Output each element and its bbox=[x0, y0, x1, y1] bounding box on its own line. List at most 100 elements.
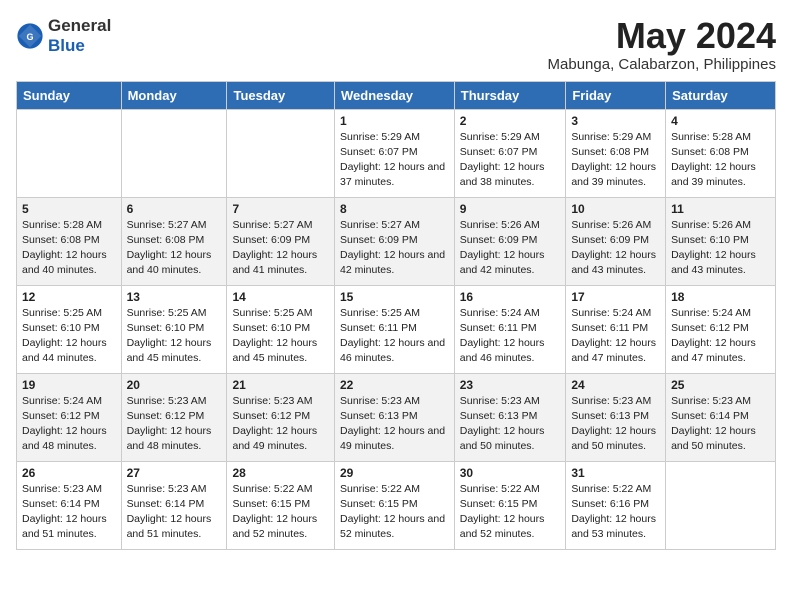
day-number: 18 bbox=[671, 290, 770, 304]
cell-info: Sunrise: 5:26 AM Sunset: 6:09 PM Dayligh… bbox=[571, 218, 660, 279]
day-number: 30 bbox=[460, 466, 561, 480]
cell-info: Sunrise: 5:29 AM Sunset: 6:08 PM Dayligh… bbox=[571, 130, 660, 191]
calendar-cell: 26Sunrise: 5:23 AM Sunset: 6:14 PM Dayli… bbox=[17, 461, 122, 549]
svg-text:G: G bbox=[26, 32, 33, 42]
calendar-cell: 3 Sunrise: 5:29 AM Sunset: 6:08 PM Daylig… bbox=[566, 109, 666, 197]
week-row-1: 1 Sunrise: 5:29 AM Sunset: 6:07 PM Daylig… bbox=[17, 109, 776, 197]
day-number: 10 bbox=[571, 202, 660, 216]
calendar-cell: 9 Sunrise: 5:26 AM Sunset: 6:09 PM Daylig… bbox=[454, 197, 566, 285]
calendar-cell: 14 Sunrise: 5:25 AM Sunset: 6:10 PM Dayli… bbox=[227, 285, 335, 373]
day-number: 1 bbox=[340, 114, 449, 128]
cell-info: Sunrise: 5:27 AM Sunset: 6:09 PM Dayligh… bbox=[340, 218, 449, 279]
day-number: 15 bbox=[340, 290, 449, 304]
cell-info: Sunrise: 5:25 AM Sunset: 6:10 PM Dayligh… bbox=[22, 306, 116, 367]
logo-blue: Blue bbox=[48, 36, 85, 55]
day-number: 31 bbox=[571, 466, 660, 480]
day-number: 23 bbox=[460, 378, 561, 392]
day-number: 20 bbox=[127, 378, 222, 392]
day-number: 21 bbox=[232, 378, 329, 392]
calendar-cell: 28Sunrise: 5:22 AM Sunset: 6:15 PM Dayli… bbox=[227, 461, 335, 549]
logo: G General Blue bbox=[16, 16, 111, 56]
calendar-cell: 21 Sunrise: 5:23 AM Sunset: 6:12 PM Dayli… bbox=[227, 373, 335, 461]
month-title: May 2024 bbox=[548, 16, 776, 56]
day-number: 2 bbox=[460, 114, 561, 128]
cell-info: Sunrise: 5:27 AM Sunset: 6:09 PM Dayligh… bbox=[232, 218, 329, 279]
logo-icon: G bbox=[16, 22, 44, 50]
calendar-cell: 11Sunrise: 5:26 AM Sunset: 6:10 PM Dayli… bbox=[666, 197, 776, 285]
cell-info: Sunrise: 5:24 AM Sunset: 6:11 PM Dayligh… bbox=[460, 306, 561, 367]
calendar-cell: 10 Sunrise: 5:26 AM Sunset: 6:09 PM Dayli… bbox=[566, 197, 666, 285]
week-row-3: 12Sunrise: 5:25 AM Sunset: 6:10 PM Dayli… bbox=[17, 285, 776, 373]
day-number: 17 bbox=[571, 290, 660, 304]
day-number: 3 bbox=[571, 114, 660, 128]
cell-info: Sunrise: 5:22 AM Sunset: 6:15 PM Dayligh… bbox=[460, 482, 561, 543]
cell-info: Sunrise: 5:23 AM Sunset: 6:13 PM Dayligh… bbox=[571, 394, 660, 455]
day-number: 5 bbox=[22, 202, 116, 216]
calendar-cell bbox=[227, 109, 335, 197]
calendar-table: SundayMondayTuesdayWednesdayThursdayFrid… bbox=[16, 81, 776, 550]
cell-info: Sunrise: 5:25 AM Sunset: 6:10 PM Dayligh… bbox=[127, 306, 222, 367]
calendar-cell: 12Sunrise: 5:25 AM Sunset: 6:10 PM Dayli… bbox=[17, 285, 122, 373]
calendar-cell: 8Sunrise: 5:27 AM Sunset: 6:09 PM Daylig… bbox=[334, 197, 454, 285]
day-number: 4 bbox=[671, 114, 770, 128]
calendar-cell: 29 Sunrise: 5:22 AM Sunset: 6:15 PM Dayli… bbox=[334, 461, 454, 549]
cell-info: Sunrise: 5:27 AM Sunset: 6:08 PM Dayligh… bbox=[127, 218, 222, 279]
cell-info: Sunrise: 5:22 AM Sunset: 6:15 PM Dayligh… bbox=[232, 482, 329, 543]
cell-info: Sunrise: 5:29 AM Sunset: 6:07 PM Dayligh… bbox=[460, 130, 561, 191]
week-row-5: 26Sunrise: 5:23 AM Sunset: 6:14 PM Dayli… bbox=[17, 461, 776, 549]
calendar-cell: 15 Sunrise: 5:25 AM Sunset: 6:11 PM Dayli… bbox=[334, 285, 454, 373]
col-header-wednesday: Wednesday bbox=[334, 81, 454, 109]
day-number: 25 bbox=[671, 378, 770, 392]
col-header-monday: Monday bbox=[121, 81, 227, 109]
calendar-header-row: SundayMondayTuesdayWednesdayThursdayFrid… bbox=[17, 81, 776, 109]
cell-info: Sunrise: 5:24 AM Sunset: 6:12 PM Dayligh… bbox=[22, 394, 116, 455]
day-number: 6 bbox=[127, 202, 222, 216]
col-header-friday: Friday bbox=[566, 81, 666, 109]
calendar-cell: 18Sunrise: 5:24 AM Sunset: 6:12 PM Dayli… bbox=[666, 285, 776, 373]
day-number: 19 bbox=[22, 378, 116, 392]
cell-info: Sunrise: 5:23 AM Sunset: 6:14 PM Dayligh… bbox=[127, 482, 222, 543]
calendar-cell: 20 Sunrise: 5:23 AM Sunset: 6:12 PM Dayli… bbox=[121, 373, 227, 461]
page-header: G General Blue May 2024 Mabunga, Calabar… bbox=[16, 16, 776, 73]
cell-info: Sunrise: 5:26 AM Sunset: 6:09 PM Dayligh… bbox=[460, 218, 561, 279]
cell-info: Sunrise: 5:25 AM Sunset: 6:11 PM Dayligh… bbox=[340, 306, 449, 367]
day-number: 16 bbox=[460, 290, 561, 304]
calendar-cell: 23 Sunrise: 5:23 AM Sunset: 6:13 PM Dayli… bbox=[454, 373, 566, 461]
cell-info: Sunrise: 5:23 AM Sunset: 6:12 PM Dayligh… bbox=[127, 394, 222, 455]
cell-info: Sunrise: 5:23 AM Sunset: 6:13 PM Dayligh… bbox=[460, 394, 561, 455]
cell-info: Sunrise: 5:22 AM Sunset: 6:15 PM Dayligh… bbox=[340, 482, 449, 543]
calendar-cell: 17 Sunrise: 5:24 AM Sunset: 6:11 PM Dayli… bbox=[566, 285, 666, 373]
cell-info: Sunrise: 5:24 AM Sunset: 6:11 PM Dayligh… bbox=[571, 306, 660, 367]
location-title: Mabunga, Calabarzon, Philippines bbox=[548, 56, 776, 73]
col-header-saturday: Saturday bbox=[666, 81, 776, 109]
day-number: 24 bbox=[571, 378, 660, 392]
cell-info: Sunrise: 5:28 AM Sunset: 6:08 PM Dayligh… bbox=[22, 218, 116, 279]
calendar-cell: 31 Sunrise: 5:22 AM Sunset: 6:16 PM Dayli… bbox=[566, 461, 666, 549]
day-number: 9 bbox=[460, 202, 561, 216]
day-number: 22 bbox=[340, 378, 449, 392]
cell-info: Sunrise: 5:29 AM Sunset: 6:07 PM Dayligh… bbox=[340, 130, 449, 191]
calendar-cell bbox=[666, 461, 776, 549]
calendar-cell: 1 Sunrise: 5:29 AM Sunset: 6:07 PM Daylig… bbox=[334, 109, 454, 197]
calendar-cell: 30 Sunrise: 5:22 AM Sunset: 6:15 PM Dayli… bbox=[454, 461, 566, 549]
calendar-cell: 5 Sunrise: 5:28 AM Sunset: 6:08 PM Daylig… bbox=[17, 197, 122, 285]
calendar-cell: 19 Sunrise: 5:24 AM Sunset: 6:12 PM Dayli… bbox=[17, 373, 122, 461]
day-number: 14 bbox=[232, 290, 329, 304]
cell-info: Sunrise: 5:23 AM Sunset: 6:12 PM Dayligh… bbox=[232, 394, 329, 455]
cell-info: Sunrise: 5:26 AM Sunset: 6:10 PM Dayligh… bbox=[671, 218, 770, 279]
calendar-cell: 6 Sunrise: 5:27 AM Sunset: 6:08 PM Daylig… bbox=[121, 197, 227, 285]
logo-general: General bbox=[48, 16, 111, 35]
cell-info: Sunrise: 5:22 AM Sunset: 6:16 PM Dayligh… bbox=[571, 482, 660, 543]
week-row-2: 5 Sunrise: 5:28 AM Sunset: 6:08 PM Daylig… bbox=[17, 197, 776, 285]
calendar-cell: 24 Sunrise: 5:23 AM Sunset: 6:13 PM Dayli… bbox=[566, 373, 666, 461]
calendar-cell: 4 Sunrise: 5:28 AM Sunset: 6:08 PM Daylig… bbox=[666, 109, 776, 197]
cell-info: Sunrise: 5:23 AM Sunset: 6:14 PM Dayligh… bbox=[22, 482, 116, 543]
cell-info: Sunrise: 5:25 AM Sunset: 6:10 PM Dayligh… bbox=[232, 306, 329, 367]
calendar-cell: 7Sunrise: 5:27 AM Sunset: 6:09 PM Daylig… bbox=[227, 197, 335, 285]
cell-info: Sunrise: 5:28 AM Sunset: 6:08 PM Dayligh… bbox=[671, 130, 770, 191]
calendar-cell: 13Sunrise: 5:25 AM Sunset: 6:10 PM Dayli… bbox=[121, 285, 227, 373]
day-number: 29 bbox=[340, 466, 449, 480]
week-row-4: 19 Sunrise: 5:24 AM Sunset: 6:12 PM Dayli… bbox=[17, 373, 776, 461]
col-header-sunday: Sunday bbox=[17, 81, 122, 109]
calendar-cell: 16 Sunrise: 5:24 AM Sunset: 6:11 PM Dayli… bbox=[454, 285, 566, 373]
